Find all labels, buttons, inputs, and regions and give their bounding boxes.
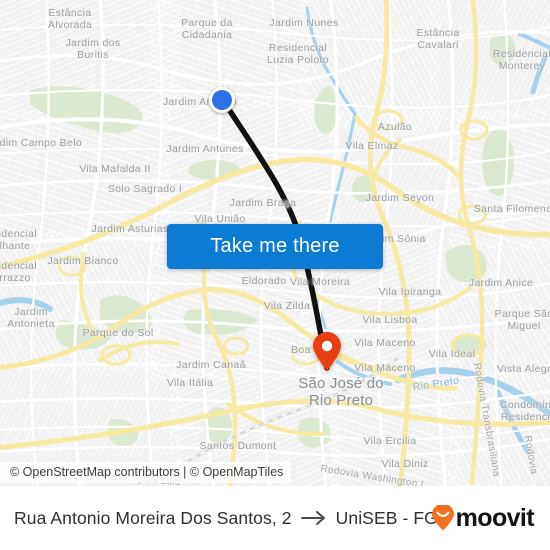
map-attribution[interactable]: © OpenStreetMap contributors | © OpenMap…: [0, 462, 292, 483]
moovit-wordmark: moovit: [455, 503, 535, 532]
destination-pin-marker[interactable]: [312, 332, 342, 372]
moovit-route-screenshot: Estância Alvorada Jardim dos Buritis Parqu…: [0, 0, 550, 550]
map-viewport[interactable]: Estância Alvorada Jardim dos Buritis Parqu…: [0, 0, 550, 486]
trip-summary: Rua Antonio Moreira Dos Santos, 2 UniSEB…: [14, 507, 450, 529]
origin-dot-marker[interactable]: [209, 87, 235, 113]
origin-label: Rua Antonio Moreira Dos Santos, 2: [14, 507, 292, 528]
arrow-right-icon: [300, 511, 325, 525]
take-me-there-button[interactable]: Take me there: [167, 224, 383, 269]
bottom-bar: Rua Antonio Moreira Dos Santos, 2 UniSEB…: [0, 486, 550, 550]
moovit-pin-icon: [431, 505, 454, 531]
moovit-logo[interactable]: moovit: [431, 503, 535, 532]
